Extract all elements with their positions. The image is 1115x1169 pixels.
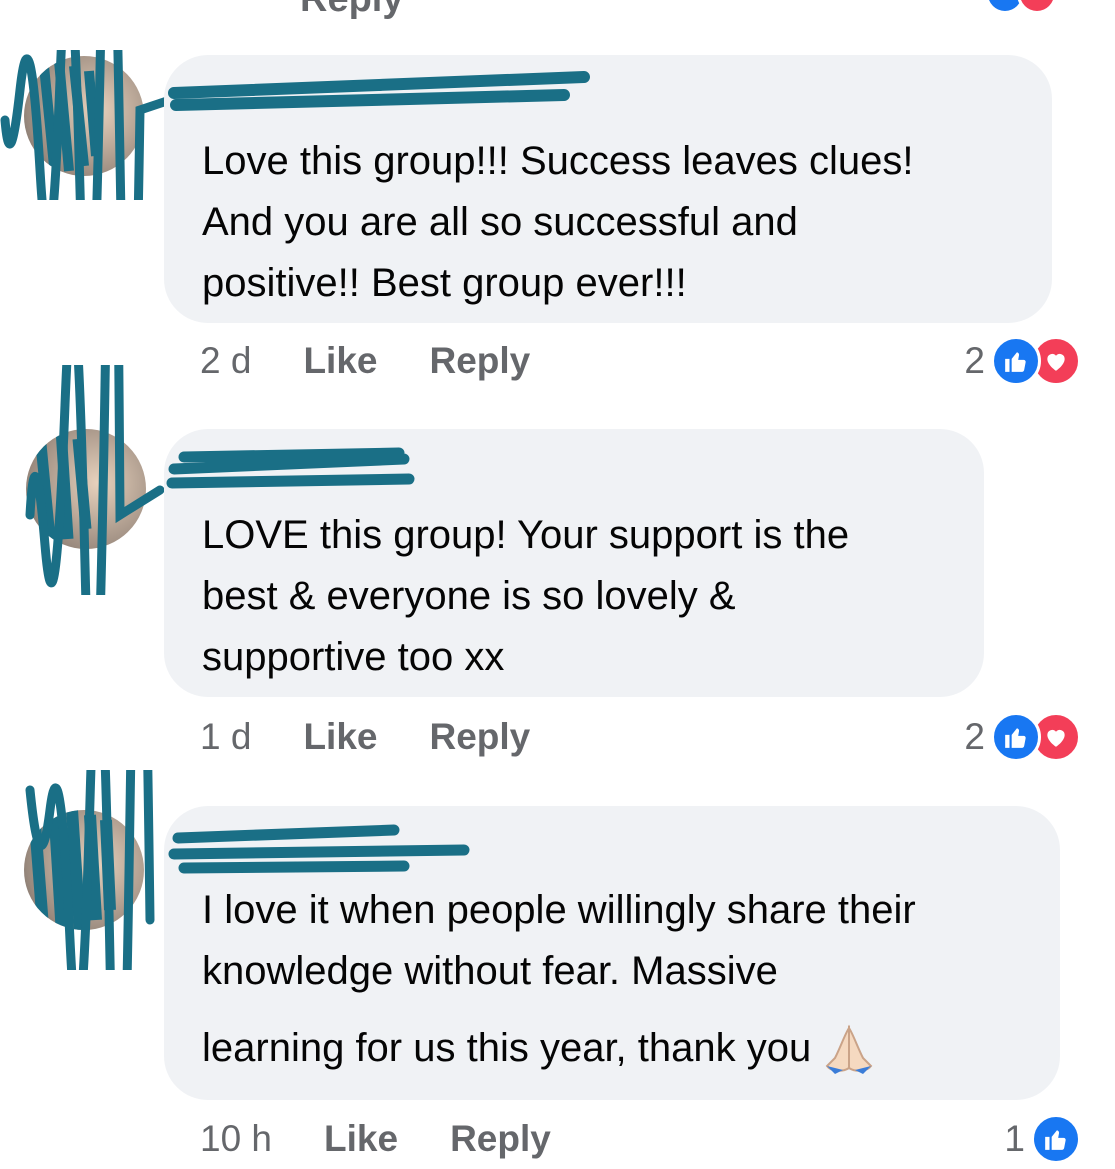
reaction-summary[interactable]: 1: [1004, 1114, 1081, 1164]
comment-line: I love it when people willingly share th…: [202, 888, 916, 932]
reply-button[interactable]: Reply: [450, 1118, 551, 1160]
comment-line: supportive too xx: [202, 635, 505, 679]
reaction-count: 1: [1004, 1118, 1025, 1159]
like-icon: [991, 712, 1041, 762]
comment-line: best & everyone is so lovely &: [202, 574, 736, 618]
like-icon: [991, 336, 1041, 386]
comment-line: positive!! Best group ever!!!: [202, 261, 687, 305]
author-name-redacted: [168, 71, 590, 111]
comment-line: Love this group!!! Success leaves clues!: [202, 139, 914, 183]
comment-bubble[interactable]: LOVE this group! Your support is the bes…: [164, 429, 984, 697]
like-button[interactable]: Like: [303, 340, 377, 382]
redaction-scribble: [25, 365, 165, 595]
reaction-summary[interactable]: 2: [964, 712, 1081, 762]
timestamp: 2 d: [200, 340, 252, 381]
reply-button[interactable]: Reply: [429, 340, 530, 382]
comment-line: LOVE this group! Your support is the: [202, 513, 850, 557]
comment-actions: 2 d Like Reply: [200, 336, 582, 386]
like-button[interactable]: Like: [324, 1118, 398, 1160]
love-icon: [1017, 0, 1057, 14]
folded-hands-emoji-icon: [825, 1025, 873, 1075]
comments-feed: Reply Love this group!!! Success leaves …: [0, 0, 1115, 1169]
comment-actions: 1 d Like Reply: [200, 712, 582, 762]
previous-reply-link[interactable]: Reply: [300, 0, 403, 21]
timestamp: 1 d: [200, 716, 252, 757]
comment-line: learning for us this year, thank you: [202, 1018, 916, 1079]
comment-text: LOVE this group! Your support is the bes…: [202, 505, 849, 688]
timestamp: 10 h: [200, 1118, 273, 1159]
comment-actions: 10 h Like Reply: [200, 1114, 603, 1164]
comment-text: Love this group!!! Success leaves clues!…: [202, 131, 913, 314]
redaction-scribble: [25, 770, 155, 970]
comment-text: I love it when people willingly share th…: [202, 880, 916, 1079]
comment-bubble[interactable]: Love this group!!! Success leaves clues!…: [164, 55, 1052, 323]
reaction-count: 2: [964, 340, 985, 381]
author-name-redacted: [168, 824, 470, 874]
reaction-count: 2: [964, 716, 985, 757]
comment-line: knowledge without fear. Massive: [202, 949, 778, 993]
comment-line-text: learning for us this year, thank you: [202, 1026, 812, 1070]
like-icon: [1031, 1114, 1081, 1164]
like-button[interactable]: Like: [303, 716, 377, 758]
reaction-summary[interactable]: 2: [964, 336, 1081, 386]
comment-line: And you are all so successful and: [202, 200, 798, 244]
author-name-redacted: [166, 447, 415, 489]
previous-reactions[interactable]: [985, 0, 1075, 14]
reply-button[interactable]: Reply: [429, 716, 530, 758]
comment-bubble[interactable]: I love it when people willingly share th…: [164, 806, 1060, 1100]
